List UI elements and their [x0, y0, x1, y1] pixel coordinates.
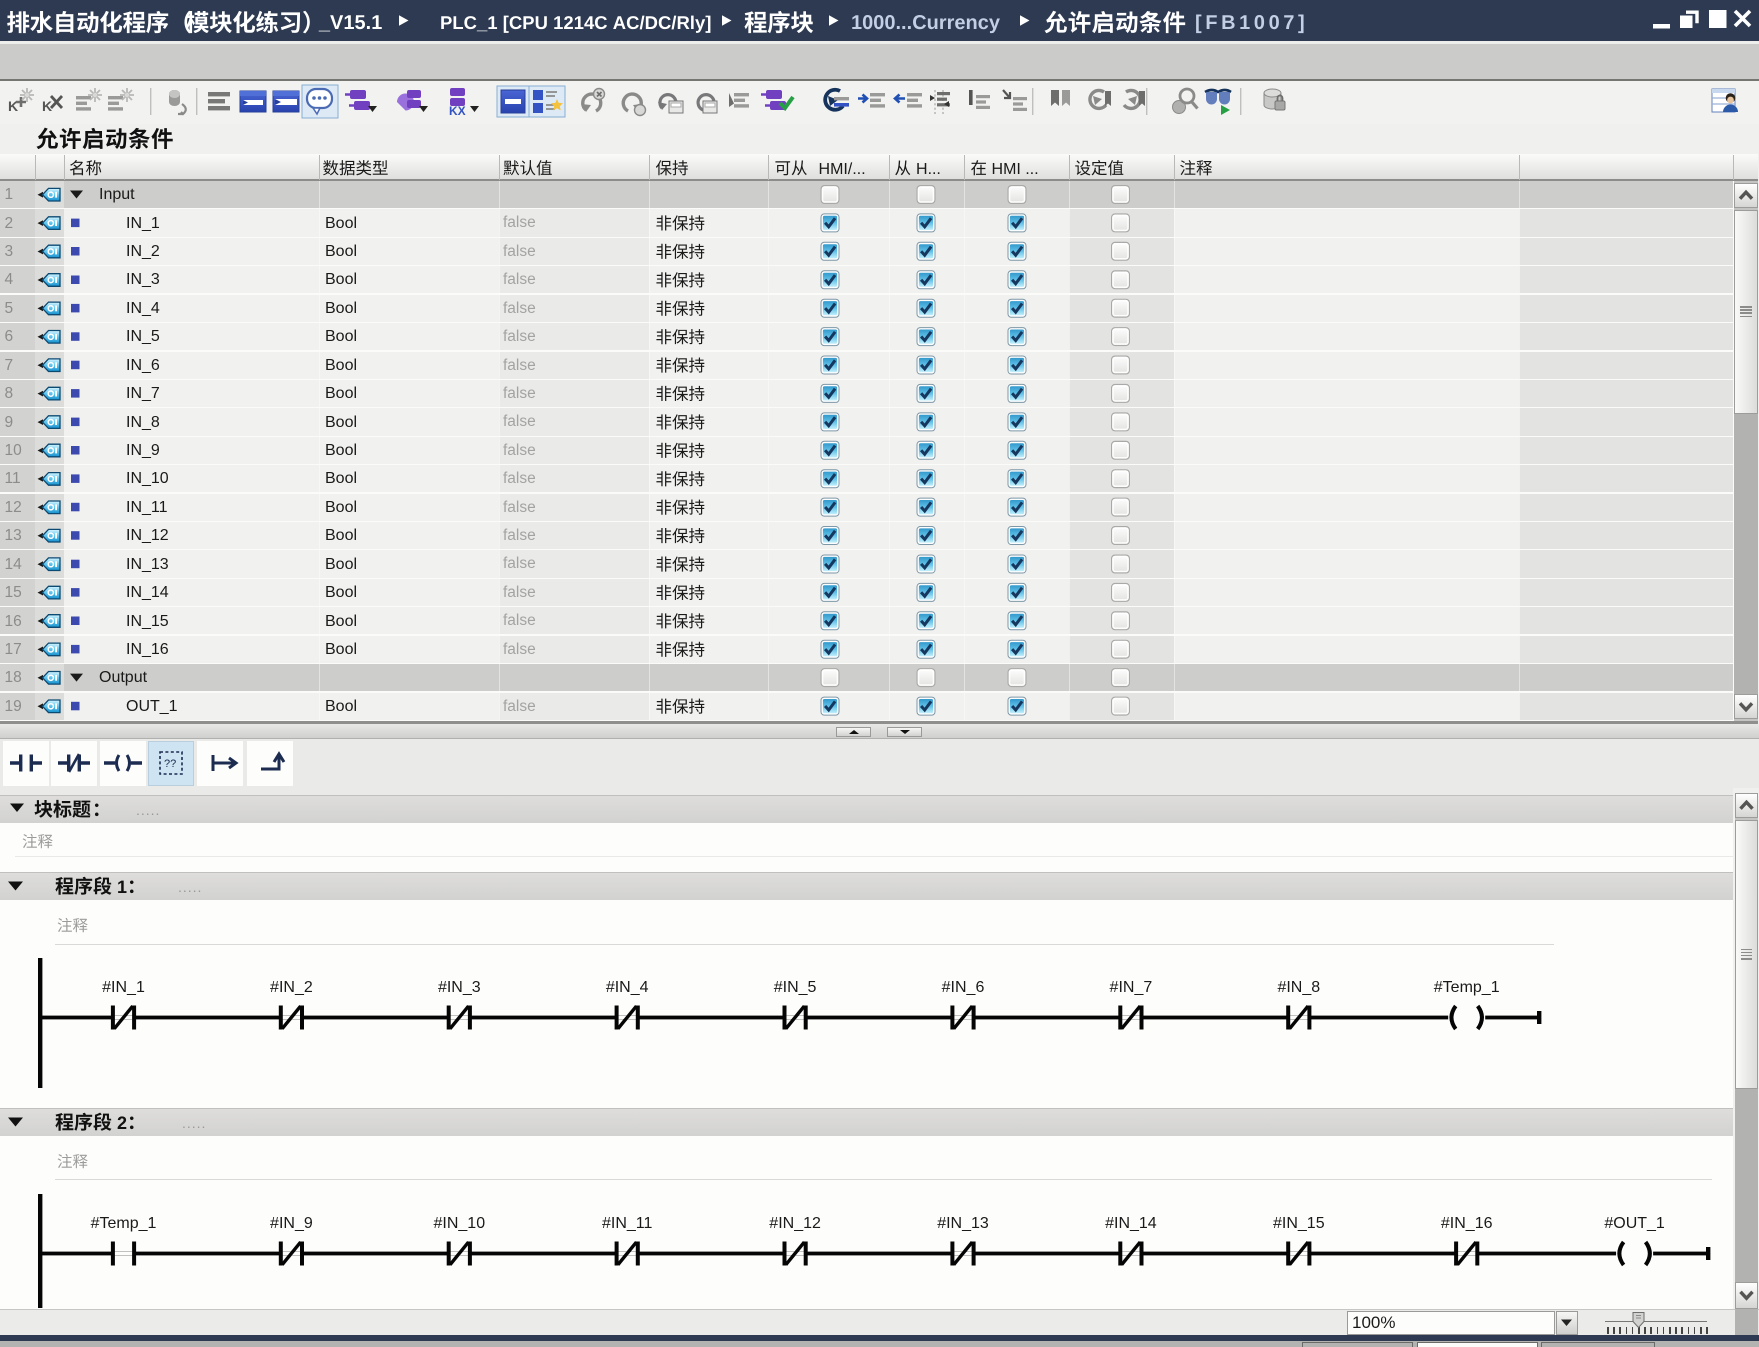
svg-text:??: ?? [164, 758, 176, 770]
svg-text:K: K [42, 98, 52, 114]
svg-text:KX: KX [449, 104, 466, 118]
svg-text:K: K [8, 98, 18, 114]
